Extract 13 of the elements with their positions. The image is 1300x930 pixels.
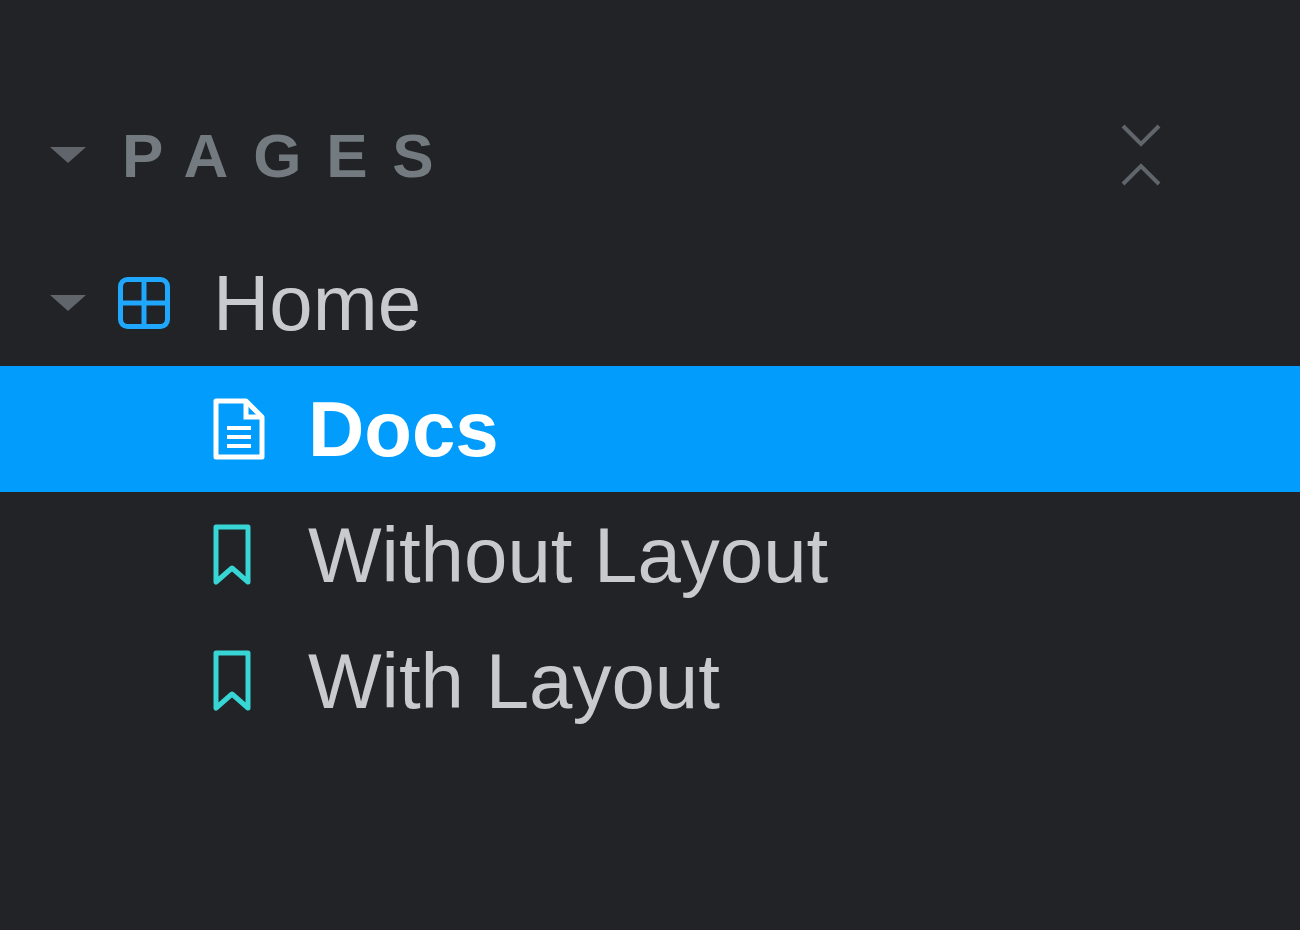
grid-icon	[118, 277, 170, 329]
item-label: Docs	[308, 390, 499, 468]
bookmark-icon	[213, 524, 251, 586]
tree-item[interactable]: With Layout	[0, 618, 1300, 744]
section-title: PAGES	[122, 119, 459, 192]
tree-item[interactable]: Without Layout	[0, 492, 1300, 618]
tree-item[interactable]: Home	[0, 240, 1300, 366]
caret-icon[interactable]	[50, 293, 86, 313]
bookmark-icon	[213, 650, 251, 712]
item-label: Home	[213, 264, 422, 342]
caret-icon[interactable]	[50, 145, 86, 165]
collapse-all-icon[interactable]	[1120, 123, 1162, 187]
document-icon	[213, 398, 265, 460]
